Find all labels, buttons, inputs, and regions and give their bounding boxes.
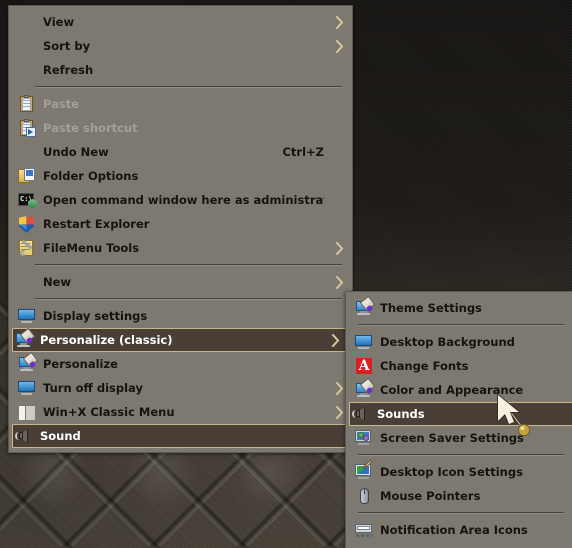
clipboard-icon: [17, 95, 37, 113]
speaker-icon: [14, 427, 34, 445]
personalize-icon: [14, 327, 36, 349]
menu-item-theme-settings[interactable]: Theme Settings: [346, 295, 572, 320]
personalize-icon: [17, 351, 39, 373]
menu-item-win-x-classic-menu[interactable]: Win+X Classic Menu: [9, 400, 352, 424]
mouse-icon: [354, 487, 374, 505]
chevron-right-icon: [332, 241, 346, 255]
menu-item-label: New: [43, 275, 72, 289]
menu-item-personalize-classic[interactable]: Personalize (classic): [12, 327, 349, 352]
chevron-right-icon: [328, 333, 342, 347]
desktop-icon-settings-icon: [354, 459, 374, 481]
menu-item-display-settings[interactable]: Display settings: [9, 304, 352, 328]
chevron-right-icon: [332, 275, 346, 289]
menu-item-sort-by[interactable]: Sort by: [9, 34, 352, 58]
menu-item-filemenu-tools[interactable]: FileMenu Tools: [9, 236, 352, 260]
menu-item-label: Win+X Classic Menu: [43, 405, 175, 419]
menu-item-change-fonts[interactable]: A Change Fonts: [346, 354, 572, 378]
menu-item-label: Change Fonts: [380, 359, 469, 373]
personalize-icon: [354, 295, 376, 317]
chevron-right-icon: [332, 15, 346, 29]
menu-item-desktop-background[interactable]: Desktop Background: [346, 330, 572, 354]
menu-item-screen-saver-settings[interactable]: Screen Saver Settings: [346, 426, 572, 450]
font-a-icon: A: [354, 357, 374, 375]
menu-item-label: Undo New: [43, 145, 109, 159]
menu-item-label: Refresh: [43, 63, 94, 77]
chevron-right-icon: [332, 381, 346, 395]
menu-item-label: FileMenu Tools: [43, 241, 140, 255]
menu-item-icon-placeholder: [17, 61, 37, 79]
menu-separator: [35, 86, 342, 88]
menu-item-label: Sound: [40, 429, 81, 443]
menu-item-refresh[interactable]: Refresh: [9, 58, 352, 82]
menu-separator: [35, 298, 342, 300]
menu-item-label: Personalize: [43, 357, 118, 371]
chevron-right-icon: [332, 405, 346, 419]
menu-item-label: Notification Area Icons: [380, 523, 528, 537]
menu-item-label: Mouse Pointers: [380, 489, 481, 503]
menu-item-personalize[interactable]: Personalize: [9, 351, 352, 376]
menu-item-label: Restart Explorer: [43, 217, 150, 231]
menu-item-icon-placeholder: [17, 273, 37, 291]
menu-item-undo-new[interactable]: Undo New Ctrl+Z: [9, 140, 352, 164]
menu-item-folder-options[interactable]: Folder Options: [9, 164, 352, 188]
menu-item-label: Open command window here as administrato…: [43, 193, 324, 207]
menu-item-restart-explorer[interactable]: Restart Explorer: [9, 212, 352, 236]
menu-item-shortcut: Ctrl+Z: [282, 145, 324, 159]
menu-item-label: Theme Settings: [380, 301, 482, 315]
chevron-right-icon: [332, 39, 346, 53]
menu-item-notification-area-icons[interactable]: Notification Area Icons: [346, 518, 572, 542]
menu-item-label: Paste: [43, 97, 80, 111]
menu-separator: [358, 324, 564, 326]
screen-saver-icon: [354, 429, 374, 447]
menu-item-system-icons[interactable]: System Icons: [346, 542, 572, 548]
menu-item-label: Screen Saver Settings: [380, 431, 524, 445]
menu-item-view[interactable]: View: [9, 10, 352, 34]
menu-item-desktop-icon-settings[interactable]: Desktop Icon Settings: [346, 459, 572, 484]
menu-item-label: View: [43, 15, 75, 29]
folder-options-icon: [17, 167, 37, 185]
menu-separator: [358, 512, 564, 514]
clipboard-shortcut-icon: [17, 119, 37, 137]
menu-item-label: Desktop Icon Settings: [380, 465, 523, 479]
menu-item-sound[interactable]: Sound: [12, 424, 349, 448]
desktop-context-menu[interactable]: View Sort by Refresh Paste Paste shortcut Und…: [8, 5, 353, 453]
menu-item-sounds[interactable]: Sounds: [349, 402, 572, 426]
filemenu-tools-icon: [17, 239, 37, 257]
menu-item-icon-placeholder: [17, 37, 37, 55]
menu-separator: [358, 454, 564, 456]
menu-item-label: Folder Options: [43, 169, 139, 183]
menu-item-open-command-window-here-as-administrator[interactable]: C:\ Open command window here as administr…: [9, 188, 352, 212]
winx-tiles-icon: [17, 403, 37, 421]
menu-item-label: Sort by: [43, 39, 91, 53]
menu-separator: [35, 264, 342, 266]
menu-item-label: Desktop Background: [380, 335, 515, 349]
menu-item-paste: Paste: [9, 92, 352, 116]
menu-item-mouse-pointers[interactable]: Mouse Pointers: [346, 484, 572, 508]
menu-item-label: Personalize (classic): [40, 333, 173, 347]
menu-item-paste-shortcut: Paste shortcut: [9, 116, 352, 140]
menu-item-color-and-appearance[interactable]: Color and Appearance: [346, 377, 572, 402]
menu-item-label: Color and Appearance: [380, 383, 524, 397]
menu-item-icon-placeholder: [17, 13, 37, 31]
personalize-icon: [354, 377, 376, 399]
shield-icon: [17, 215, 37, 233]
menu-item-label: Display settings: [43, 309, 148, 323]
personalize-classic-submenu[interactable]: Theme Settings Desktop Background A Change …: [345, 291, 572, 548]
taskbar-icon: [354, 521, 374, 539]
monitor-icon: [17, 307, 37, 325]
menu-item-new[interactable]: New: [9, 270, 352, 294]
desktop[interactable]: View Sort by Refresh Paste Paste shortcut Und…: [0, 0, 572, 548]
speaker-icon: [351, 405, 371, 423]
menu-item-icon-placeholder: [17, 143, 37, 161]
command-prompt-admin-icon: C:\: [17, 191, 37, 209]
menu-item-label: Sounds: [377, 407, 425, 421]
menu-item-turn-off-display[interactable]: Turn off display: [9, 376, 352, 400]
menu-item-label: Paste shortcut: [43, 121, 138, 135]
menu-item-label: Turn off display: [43, 381, 143, 395]
monitor-icon: [17, 379, 37, 397]
desktop-background-icon: [354, 333, 374, 351]
